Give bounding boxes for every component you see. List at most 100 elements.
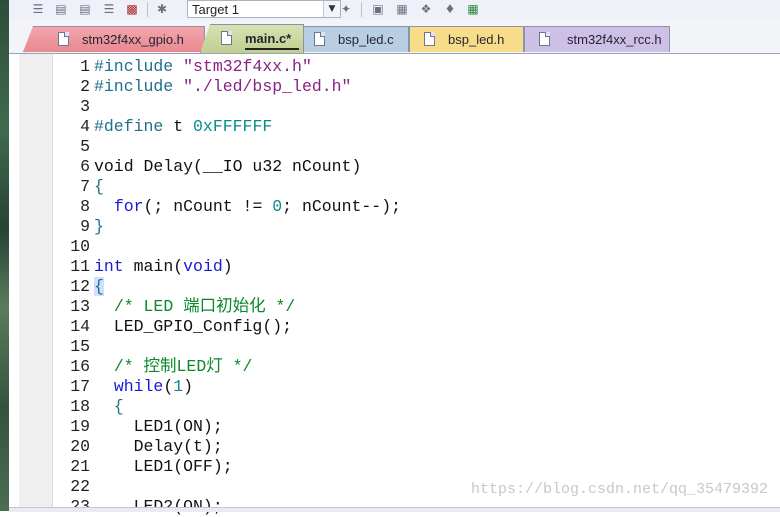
line-number: 22 [70,477,90,496]
settings-icon[interactable]: ♦ [443,2,457,16]
target-select[interactable]: Target 1 ▼ [187,0,341,18]
code-line[interactable]: 17 while(1) [9,377,780,397]
tab-main-c[interactable]: main.c* [200,24,304,53]
code-line[interactable]: 1 #include "stm32f4xx.h" [9,57,780,77]
code-line[interactable]: 21 LED1(OFF); [9,457,780,477]
code-line[interactable]: 14 LED_GPIO_Config(); [9,317,780,337]
code-token: ; nCount--); [282,197,401,216]
code-line[interactable]: 11 int main(void) [9,257,780,277]
tab-bsp-led-c[interactable]: bsp_led.c [301,26,409,52]
code-text[interactable]: Delay(t); [94,437,223,457]
code-line[interactable]: 19 LED1(ON); [9,417,780,437]
manage-icon[interactable]: ▣ [371,2,385,16]
code-text[interactable]: { [94,397,124,417]
target-label: Target 1 [192,2,239,17]
tab-stm32f4xx-rcc-h[interactable]: stm32f4xx_rcc.h [524,26,670,52]
code-text[interactable]: #include "./led/bsp_led.h" [94,77,351,97]
code-line[interactable]: 5 [9,137,780,157]
desktop-edge [0,0,9,511]
code-text[interactable]: /* LED 端口初始化 */ [94,297,296,317]
options-icon[interactable]: ✱ [155,2,169,16]
pack-installer-icon[interactable]: ▦ [466,2,480,16]
layers-icon[interactable]: ☰ [31,2,45,16]
chevron-down-icon[interactable]: ▼ [323,1,340,17]
code-token: /* 控制LED灯 */ [113,357,253,376]
code-token: "stm32f4xx.h" [183,57,312,76]
toolbar-separator [147,2,148,17]
code-line[interactable]: 8 for(; nCount != 0; nCount--); [9,197,780,217]
code-line[interactable]: 2 #include "./led/bsp_led.h" [9,77,780,97]
code-text[interactable]: /* 控制LED灯 */ [94,357,253,377]
code-token: { [94,397,124,416]
code-token: /* LED 端口初始化 */ [113,297,296,316]
code-text[interactable]: while(1) [94,377,193,397]
code-token: void [183,257,223,276]
code-text[interactable]: void Delay(__IO u32 nCount) [94,157,361,177]
code-text[interactable]: { [94,177,104,197]
code-line[interactable]: 18 { [9,397,780,417]
code-line[interactable]: 9} [9,217,780,237]
batch-icon[interactable]: ☰ [102,2,116,16]
code-token: 1 [173,377,184,396]
code-line[interactable]: 16 /* 控制LED灯 */ [9,357,780,377]
tab-strip: stm32f4xx_gpio.h main.c* bsp_led.c bsp_l… [9,20,780,53]
tab-label: bsp_led.c [338,32,394,47]
code-line[interactable]: 12{ [9,277,780,297]
code-text[interactable]: int main(void) [94,257,233,277]
tab-bsp-led-h[interactable]: bsp_led.h [409,26,524,52]
code-token: while [113,377,164,396]
code-token: int [94,257,124,276]
tab-stm32f4xx-gpio-h[interactable]: stm32f4xx_gpio.h [23,26,205,52]
code-line[interactable]: 3 [9,97,780,117]
code-line[interactable]: 6 void Delay(__IO u32 nCount) [9,157,780,177]
line-number: 12 [70,277,90,296]
line-number: 17 [70,377,90,396]
code-text[interactable]: LED1(OFF); [94,457,233,477]
code-token: #include [94,77,184,96]
code-token: { [94,277,104,296]
line-number: 15 [70,337,90,356]
line-number: 2 [80,77,90,96]
code-text[interactable]: LED_GPIO_Config(); [94,317,292,337]
code-token: LED1(ON); [94,417,223,436]
code-text[interactable]: for(; nCount != 0; nCount--); [94,197,401,217]
code-token: ) [222,257,233,276]
code-text[interactable]: #include "stm32f4xx.h" [94,57,312,77]
watermark: https://blog.csdn.net/qq_35479392 [470,481,768,498]
component-icon[interactable]: ❖ [419,2,433,16]
line-number: 11 [70,257,90,276]
code-line[interactable]: 20 Delay(t); [9,437,780,457]
code-text[interactable]: { [94,277,104,297]
code-line[interactable]: 10 [9,237,780,257]
code-token: 0xFFFFFF [193,117,273,136]
line-number: 14 [70,317,90,336]
tab-label: main.c* [245,31,292,46]
line-number: 8 [80,197,90,216]
line-number: 21 [70,457,90,476]
tab-label: stm32f4xx_gpio.h [82,32,184,47]
line-number: 13 [70,297,90,316]
code-editor[interactable]: 1 #include "stm32f4xx.h" 2 #include "./led/… [9,53,780,516]
code-line[interactable]: 7{ [9,177,780,197]
code-line[interactable]: 4 #define t 0xFFFFFF [9,117,780,137]
code-text[interactable]: LED1(ON); [94,417,223,437]
file-icon [314,32,325,46]
wand-icon[interactable]: ✦ [339,2,353,16]
code-token: for [113,197,144,216]
tab-label: bsp_led.h [448,32,505,47]
line-number: 9 [80,217,90,236]
pack-icon[interactable]: ▦ [395,2,409,16]
stop-build-icon[interactable]: ▩ [125,2,139,16]
rebuild-icon[interactable]: ▤ [78,2,92,16]
code-text[interactable]: #define t 0xFFFFFF [94,117,272,137]
code-line[interactable]: 13 /* LED 端口初始化 */ [9,297,780,317]
code-text[interactable]: } [94,217,104,237]
horizontal-scrollbar[interactable] [9,507,780,512]
code-line[interactable]: 15 [9,337,780,357]
build-icon[interactable]: ▤ [54,2,68,16]
code-token: #define [94,117,164,136]
toolbar-separator [361,2,362,17]
